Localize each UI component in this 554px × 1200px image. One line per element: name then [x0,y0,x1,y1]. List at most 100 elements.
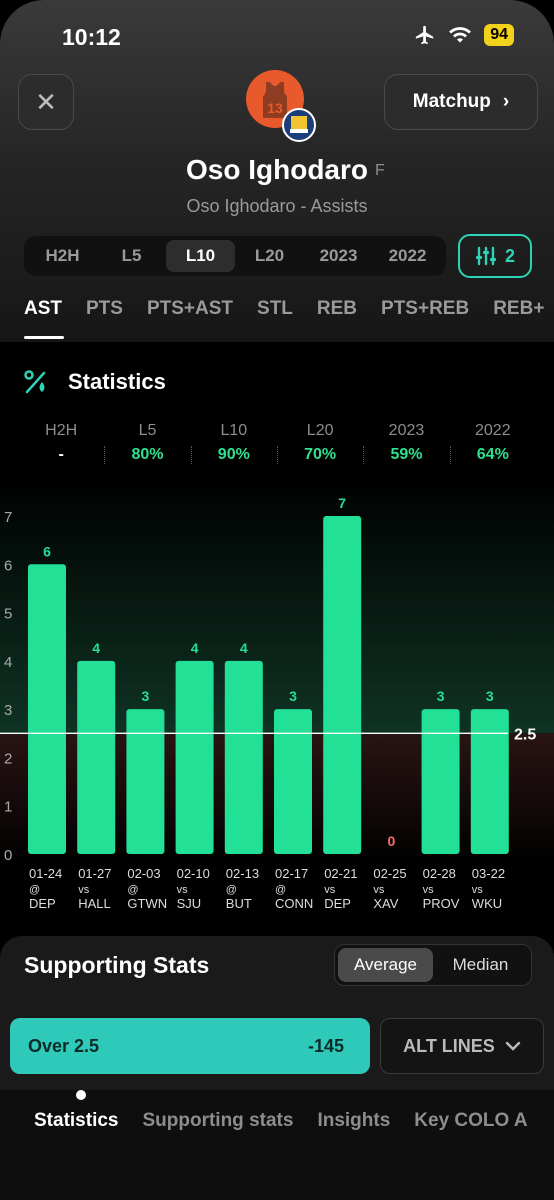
x-tick-label: 01-24 [29,866,62,881]
wifi-icon [449,27,472,43]
bar-value-label: 4 [92,640,100,656]
y-tick-label: 0 [4,847,12,864]
nav-supporting-stats[interactable]: Supporting stats [142,1110,293,1132]
x-tick-label: @ [275,884,286,896]
battery-indicator: 94 [484,24,514,46]
summary-value: - [58,446,64,463]
average-option[interactable]: Average [338,948,433,982]
x-tick-label: @ [29,884,40,896]
x-tick-label: vs [472,884,484,896]
range-h2h[interactable]: H2H [28,246,97,266]
summary-label: H2H [45,422,78,439]
summary-l20: L20 70% [276,422,363,464]
y-tick-label: 2 [4,750,12,767]
bar-value-label: 0 [388,833,396,849]
hit-rate-summary: H2H - L5 80% L10 90% L20 70% 2023 59% 20… [18,422,536,464]
x-tick-label: @ [226,884,237,896]
status-time: 10:12 [62,24,121,50]
x-tick-label: 02-21 [324,866,357,881]
range-l10[interactable]: L10 [166,240,235,272]
y-tick-label: 1 [4,799,12,816]
summary-2023: 2023 59% [363,422,449,464]
filter-count: 2 [504,245,515,266]
player-name: Oso Ighodaro [186,154,368,185]
tab-ast[interactable]: AST [24,298,62,320]
x-tick-label: 02-17 [275,866,308,881]
bar-value-label: 3 [437,688,445,704]
x-tick-label: WKU [472,896,502,911]
median-option[interactable]: Median [433,955,528,975]
alt-lines-dropdown[interactable]: ALT LINES [380,1018,544,1074]
tab-reb-plus[interactable]: REB+ [493,298,544,320]
summary-l10: L10 90% [190,422,277,464]
assists-bar-chart: 0 1 2 3 4 5 6 7 6 01-24 @ DEP 4 01-27 vs HALL 3 02-03 @ GTW… [0,478,554,922]
bar-value-label: 4 [240,640,248,656]
bottom-nav: Statistics Supporting stats Insights Key… [0,1090,554,1200]
range-l5[interactable]: L5 [97,246,166,266]
bar [274,709,312,854]
bar [323,516,362,854]
supporting-stats-panel: Supporting Stats Average Median Over 2.5… [0,936,554,1096]
over-line-button[interactable]: Over 2.5 -145 [10,1018,370,1074]
y-tick-label: 4 [4,654,12,671]
x-tick-label: vs [177,884,189,896]
player-position: F [375,162,385,179]
range-2022[interactable]: 2022 [373,246,442,266]
x-tick-label: vs [324,884,336,896]
chevron-down-icon [505,1041,521,1051]
statistics-title: Statistics [68,369,166,394]
y-tick-label: 6 [4,557,12,574]
range-selector: H2H L5 L10 L20 2023 2022 [24,236,446,276]
close-button[interactable]: ✕ [18,74,74,130]
bar [126,709,165,854]
tab-pts[interactable]: PTS [86,298,123,320]
tab-pts-ast[interactable]: PTS+AST [147,298,233,320]
jersey-number: 13 [267,100,283,116]
y-tick-label: 7 [4,509,12,526]
nav-key-colo[interactable]: Key COLO A [414,1110,527,1132]
bar [224,660,263,854]
filter-button[interactable]: 2 [458,234,532,278]
range-l20[interactable]: L20 [235,246,304,266]
summary-2022: 2022 64% [449,422,536,464]
x-tick-label: 02-25 [373,866,406,881]
summary-label: 2023 [388,422,425,439]
summary-label: L20 [306,422,334,439]
x-tick-label: XAV [373,896,398,911]
x-tick-label: DEP [29,896,56,911]
summary-label: L10 [220,422,248,439]
x-tick-label: 01-27 [78,866,111,881]
summary-value: 70% [304,446,337,463]
bar-value-label: 4 [191,640,199,656]
nav-statistics[interactable]: Statistics [34,1110,118,1132]
nav-insights[interactable]: Insights [317,1110,390,1132]
tab-pts-reb[interactable]: PTS+REB [381,298,469,320]
sliders-icon [475,246,496,266]
range-2023[interactable]: 2023 [304,246,373,266]
chart-svg: 01234567601-24@DEP401-27vsHALL302-03@GTW… [0,478,554,911]
x-tick-label: 02-10 [177,866,210,881]
tab-stl[interactable]: STL [257,298,293,320]
x-tick-label: PROV [423,896,460,911]
summary-label: L5 [138,422,157,439]
bar [421,709,460,854]
x-tick-label: CONN [275,896,313,911]
x-tick-label: 02-13 [226,866,259,881]
chevron-right-icon: › [502,91,510,112]
over-odds: -145 [307,1035,344,1056]
top-panel: 10:12 94 ✕ 13 Matchup › Oso Ighodaro F O… [0,0,554,342]
airplane-icon [416,25,434,45]
summary-value: 64% [476,446,509,463]
summary-value: 59% [390,446,423,463]
bar-value-label: 6 [43,543,51,559]
summary-l5: L5 80% [104,422,190,464]
team-logo-icon [290,116,308,133]
x-tick-label: DEP [324,896,351,911]
x-tick-label: @ [127,884,138,896]
x-tick-label: 03-22 [472,866,505,881]
matchup-button[interactable]: Matchup › [384,74,538,130]
average-median-toggle: Average Median [334,944,532,986]
over-label: Over 2.5 [28,1035,100,1056]
y-tick-label: 5 [4,606,12,623]
tab-reb[interactable]: REB [317,298,357,320]
